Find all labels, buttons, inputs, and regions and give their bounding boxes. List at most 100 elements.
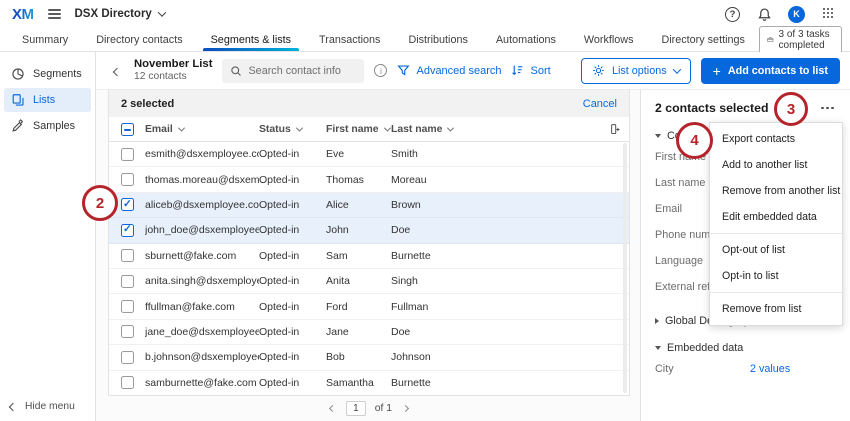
table-row[interactable]: esmith@dsxemployee.comOpted-inEveSmith: [109, 142, 629, 167]
row-checkbox[interactable]: [121, 351, 134, 364]
column-header-status[interactable]: Status: [259, 124, 326, 135]
column-header-last-name[interactable]: Last name: [391, 124, 599, 135]
tasks-completed-badge[interactable]: 3 of 3 tasks completed: [759, 26, 842, 54]
cell-email: jane_doe@dsxemployee....: [145, 326, 259, 338]
add-contacts-button[interactable]: + Add contacts to list: [701, 58, 840, 84]
tab-segments-lists[interactable]: Segments & lists: [197, 28, 305, 51]
table-row[interactable]: jane_doe@dsxemployee....Opted-inJaneDoe: [109, 320, 629, 345]
table-row[interactable]: thomas.moreau@dsxempl...Opted-inThomasMo…: [109, 167, 629, 192]
tab-summary[interactable]: Summary: [8, 28, 82, 51]
row-checkbox[interactable]: [121, 376, 134, 389]
tab-directory-contacts[interactable]: Directory contacts: [82, 28, 196, 51]
directory-name: DSX Directory: [75, 8, 152, 20]
table-row[interactable]: samburnette@fake.comOpted-inSamanthaBurn…: [109, 371, 629, 396]
more-options-icon[interactable]: [819, 103, 836, 114]
sidebar-item-lists[interactable]: Lists: [4, 88, 91, 112]
cell-first-name: Thomas: [326, 174, 391, 186]
sort-icon: [511, 64, 524, 77]
row-checkbox[interactable]: [121, 173, 134, 186]
tab-directory-settings[interactable]: Directory settings: [647, 28, 758, 51]
top-right-icons: ? K: [725, 5, 838, 23]
selection-bar: 2 selected Cancel: [109, 90, 629, 117]
menu-item-opt-in-to-list[interactable]: Opt-in to list: [710, 263, 842, 289]
sidebar-item-label: Segments: [33, 68, 82, 80]
add-column-icon[interactable]: [599, 123, 629, 136]
cell-first-name: Sam: [326, 250, 391, 262]
table-row[interactable]: aliceb@dsxemployee.comOpted-inAliceBrown: [109, 193, 629, 218]
row-checkbox[interactable]: [121, 300, 134, 313]
menu-item-remove-from-list[interactable]: Remove from list: [710, 296, 842, 322]
add-contacts-label: Add contacts to list: [728, 65, 828, 77]
info-icon[interactable]: i: [374, 64, 387, 77]
menu-item-edit-embedded-data[interactable]: Edit embedded data: [710, 204, 842, 230]
sidebar-item-samples[interactable]: Samples: [4, 114, 91, 138]
prev-page-button[interactable]: [328, 401, 337, 416]
table-row[interactable]: anita.singh@dsxemployee...Opted-inAnitaS…: [109, 269, 629, 294]
menu-item-opt-out-of-list[interactable]: Opt-out of list: [710, 237, 842, 263]
sort-button[interactable]: Sort: [511, 64, 550, 77]
tab-transactions[interactable]: Transactions: [305, 28, 394, 51]
cell-status: Opted-in: [259, 250, 326, 262]
back-button[interactable]: [110, 58, 124, 84]
column-header-first-name[interactable]: First name: [326, 124, 391, 135]
embedded-data-value-link[interactable]: 2 values: [750, 363, 790, 375]
tab-automations[interactable]: Automations: [482, 28, 570, 51]
table-row[interactable]: b.johnson@dsxemployee....Opted-inBobJohn…: [109, 345, 629, 370]
table-row[interactable]: ffullman@fake.comOpted-inFordFullman: [109, 294, 629, 319]
help-icon[interactable]: ?: [725, 7, 740, 22]
tab-workflows[interactable]: Workflows: [570, 28, 648, 51]
cell-status: Opted-in: [259, 351, 326, 363]
advanced-search-label: Advanced search: [416, 65, 501, 77]
row-checkbox[interactable]: [121, 148, 134, 161]
cancel-selection-link[interactable]: Cancel: [583, 98, 617, 110]
sidebar-item-segments[interactable]: Segments: [4, 62, 91, 86]
directory-switcher[interactable]: DSX Directory: [75, 8, 165, 20]
advanced-search-button[interactable]: Advanced search: [397, 64, 501, 77]
cell-status: Opted-in: [259, 377, 326, 389]
cell-first-name: Eve: [326, 148, 391, 160]
notifications-bell-icon[interactable]: [755, 5, 773, 23]
page-number[interactable]: 1: [346, 401, 366, 416]
table-row[interactable]: sburnett@fake.comOpted-inSamBurnette: [109, 244, 629, 269]
next-page-button[interactable]: [401, 401, 410, 416]
row-checkbox[interactable]: [121, 325, 134, 338]
left-sidebar: Segments Lists Samples Hide menu: [0, 52, 96, 421]
triangle-down-icon: [655, 346, 661, 350]
chevron-down-icon: [158, 8, 166, 16]
row-checkbox[interactable]: [121, 275, 134, 288]
menu-item-remove-from-another-list[interactable]: Remove from another list: [710, 178, 842, 204]
cell-status: Opted-in: [259, 148, 326, 160]
sidebar-item-label: Samples: [33, 120, 75, 132]
search-icon: [230, 65, 242, 77]
hide-menu-label: Hide menu: [25, 401, 75, 412]
menu-group: Opt-out of listOpt-in to list: [710, 233, 842, 292]
select-all-checkbox[interactable]: [121, 123, 134, 136]
row-checkbox[interactable]: [121, 198, 134, 211]
column-header-email[interactable]: Email: [145, 124, 259, 135]
table-scrollbar[interactable]: [623, 143, 627, 393]
list-options-button[interactable]: List options: [581, 58, 691, 84]
tab-distributions[interactable]: Distributions: [394, 28, 481, 51]
cell-status: Opted-in: [259, 174, 326, 186]
selected-count: 2 selected: [121, 98, 174, 110]
lists-icon: [11, 93, 25, 107]
row-checkbox[interactable]: [121, 249, 134, 262]
cell-last-name: Smith: [391, 148, 599, 160]
apps-grid-icon[interactable]: [820, 5, 838, 23]
section-embedded-data[interactable]: Embedded data: [655, 342, 836, 354]
tab-bar: SummaryDirectory contactsSegments & list…: [0, 28, 850, 52]
table-row[interactable]: john_doe@dsxemployee....Opted-inJohnDoe: [109, 218, 629, 243]
briefcase-icon: [767, 34, 774, 45]
cell-email: ffullman@fake.com: [145, 301, 259, 313]
menu-item-add-to-another-list[interactable]: Add to another list: [710, 152, 842, 178]
user-avatar[interactable]: K: [788, 6, 805, 23]
menu-item-export-contacts[interactable]: Export contacts: [710, 126, 842, 152]
row-checkbox[interactable]: [121, 224, 134, 237]
search-input[interactable]: Search contact info: [222, 59, 364, 83]
chevron-down-icon: [672, 65, 680, 73]
cell-first-name: Bob: [326, 351, 391, 363]
cell-email: thomas.moreau@dsxempl...: [145, 174, 259, 186]
hamburger-menu-icon[interactable]: [46, 7, 63, 21]
cell-first-name: Ford: [326, 301, 391, 313]
hide-menu-button[interactable]: Hide menu: [10, 401, 75, 412]
